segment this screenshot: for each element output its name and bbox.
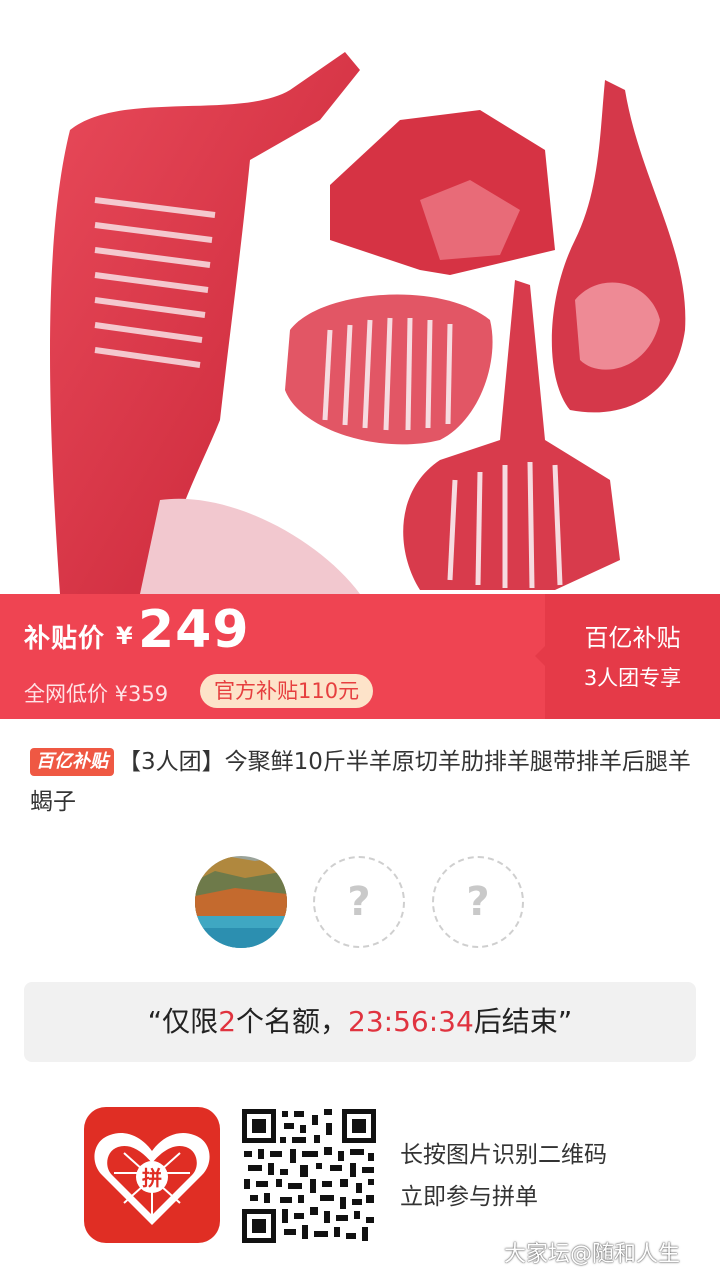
product-title-text: 【3人团】今聚鲜10斤半羊原切羊肋排羊腿带排羊后腿羊蝎子 [30, 749, 691, 815]
subsidy-price-label: 补贴价 [24, 624, 106, 654]
qr-code-icon [240, 1107, 378, 1245]
logo-character: 拼 [142, 1166, 162, 1190]
billion-subsidy-badge: 百亿补贴 [30, 748, 114, 776]
notice-suffix: 后结束” [473, 1005, 573, 1038]
subsidy-pill: 官方补贴110元 [200, 674, 374, 708]
slots-count: 2 [218, 1005, 237, 1038]
qr-instructions: 长按图片识别二维码 立即参与拼单 [400, 1134, 607, 1218]
pinduoduo-logo: 拼 [84, 1107, 220, 1243]
price-section: 补贴价 ¥ 249 全网低价 ¥359 官方补贴110元 [24, 594, 544, 719]
question-mark-icon: ? [347, 879, 371, 925]
empty-slot: ? [313, 856, 405, 948]
notice-prefix: “仅限 [147, 1005, 219, 1038]
qr-instruction-line1: 长按图片识别二维码 [400, 1142, 607, 1168]
current-price: 249 [138, 600, 250, 660]
group-members: ? ? [195, 856, 535, 952]
qr-code[interactable] [240, 1107, 378, 1245]
limit-notice: “仅限2个名额，23:56:34后结束” [24, 982, 696, 1062]
qr-instruction-line2: 立即参与拼单 [400, 1184, 538, 1210]
watermark: 大家坛@随和人生 [504, 1242, 681, 1267]
app-logo-icon: 拼 [84, 1107, 220, 1243]
currency-symbol: ¥ [116, 622, 133, 650]
question-mark-icon: ? [466, 879, 490, 925]
price-bar: 补贴价 ¥ 249 全网低价 ¥359 官方补贴110元 百亿补贴 3人团专享 [0, 594, 720, 719]
group-exclusive-label: 3人团专享 [583, 666, 682, 690]
notice-mid: 个名额， [236, 1005, 349, 1038]
original-price: 全网低价 ¥359 [24, 682, 169, 706]
meat-illustration [50, 52, 686, 594]
avatar[interactable] [195, 856, 287, 948]
avatar-landscape-image [195, 856, 287, 948]
countdown-timer: 23:56:34 [348, 1005, 474, 1038]
product-image[interactable] [0, 0, 720, 594]
billion-subsidy-title: 百亿补贴 [584, 624, 681, 652]
billion-subsidy-tag: 百亿补贴 3人团专享 [535, 594, 720, 719]
product-title[interactable]: 百亿补贴 【3人团】今聚鲜10斤半羊原切羊肋排羊腿带排羊后腿羊蝎子 [30, 742, 700, 822]
empty-slot: ? [432, 856, 524, 948]
